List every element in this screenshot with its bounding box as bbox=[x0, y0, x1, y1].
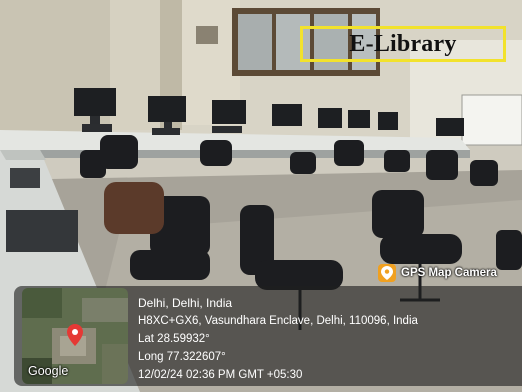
location-mini-map: Google bbox=[22, 288, 128, 384]
e-library-label: E-Library bbox=[349, 30, 457, 57]
gps-badge-text: GPS Map Camera bbox=[401, 267, 497, 279]
google-map-attribution: Google bbox=[28, 364, 69, 378]
location-title: Delhi, Delhi, India bbox=[138, 296, 233, 310]
location-address: H8XC+GX6, Vasundhara Enclave, Delhi, 110… bbox=[138, 315, 418, 327]
capture-timestamp: 12/02/24 02:36 PM GMT +05:30 bbox=[138, 369, 303, 381]
library-photo: E-Library GPS Map Camera Google Delhi, D… bbox=[0, 0, 522, 392]
e-library-label-box: E-Library bbox=[300, 26, 506, 62]
longitude-value: Long 77.322607° bbox=[138, 351, 226, 363]
latitude-value: Lat 28.59932° bbox=[138, 333, 210, 345]
gps-map-camera-badge: GPS Map Camera bbox=[376, 262, 522, 284]
location-details: Delhi, Delhi, India H8XC+GX6, Vasundhara… bbox=[138, 294, 418, 384]
map-pin-icon bbox=[378, 264, 396, 282]
location-info-panel: Google Delhi, Delhi, India H8XC+GX6, Vas… bbox=[14, 286, 522, 386]
